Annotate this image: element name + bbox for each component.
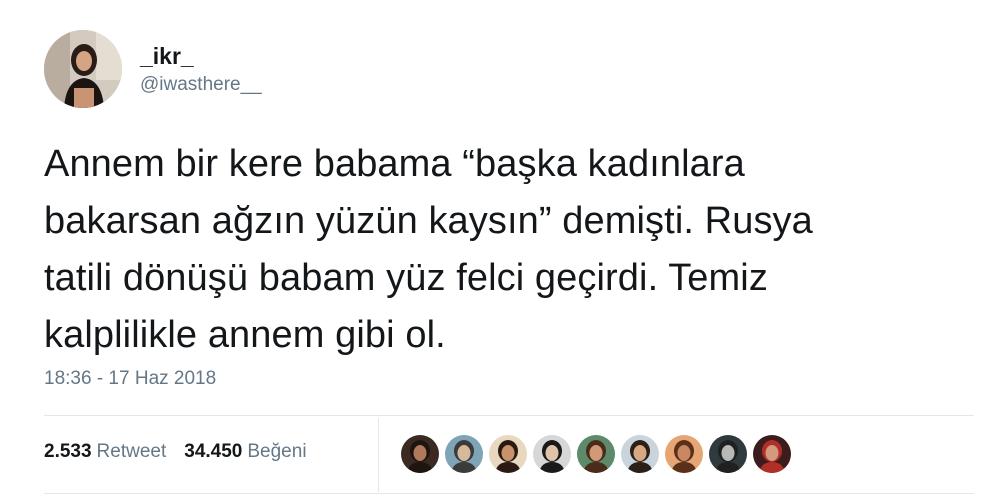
retweet-stat[interactable]: 2.533 Retweet [44,440,166,464]
author-names: _ikr_ @iwasthere__ [140,42,262,97]
tweet-card: _ikr_ @iwasthere__ Annem bir kere babama… [0,0,996,498]
retweet-count: 2.533 [44,441,92,462]
author-display-name[interactable]: _ikr_ [140,42,262,70]
liker-avatar-8[interactable] [709,435,747,473]
like-stat[interactable]: 34.450 Beğeni [184,440,306,464]
liker-avatar-3[interactable] [489,435,527,473]
stats-separator [378,418,379,492]
like-count: 34.450 [184,441,243,462]
liker-avatar-6[interactable] [621,435,659,473]
liker-avatar-2[interactable] [445,435,483,473]
author-handle[interactable]: @iwasthere__ [140,73,262,97]
retweet-label: Retweet [96,441,167,462]
tweet-header: _ikr_ @iwasthere__ [44,30,262,108]
liker-avatar-4[interactable] [533,435,571,473]
divider-bottom [44,493,974,494]
liker-avatar-5[interactable] [577,435,615,473]
likers-avatars [401,435,797,473]
divider-top [44,415,974,416]
author-avatar[interactable] [44,30,122,108]
liker-avatar-7[interactable] [665,435,703,473]
liker-avatar-1[interactable] [401,435,439,473]
tweet-timestamp[interactable]: 18:36 - 17 Haz 2018 [44,367,216,391]
liker-avatar-9[interactable] [753,435,791,473]
tweet-stats: 2.533 Retweet 34.450 Beğeni [44,440,325,464]
tweet-text: Annem bir kere babama “başka kadınlara b… [44,143,813,356]
like-label: Beğeni [247,441,307,462]
